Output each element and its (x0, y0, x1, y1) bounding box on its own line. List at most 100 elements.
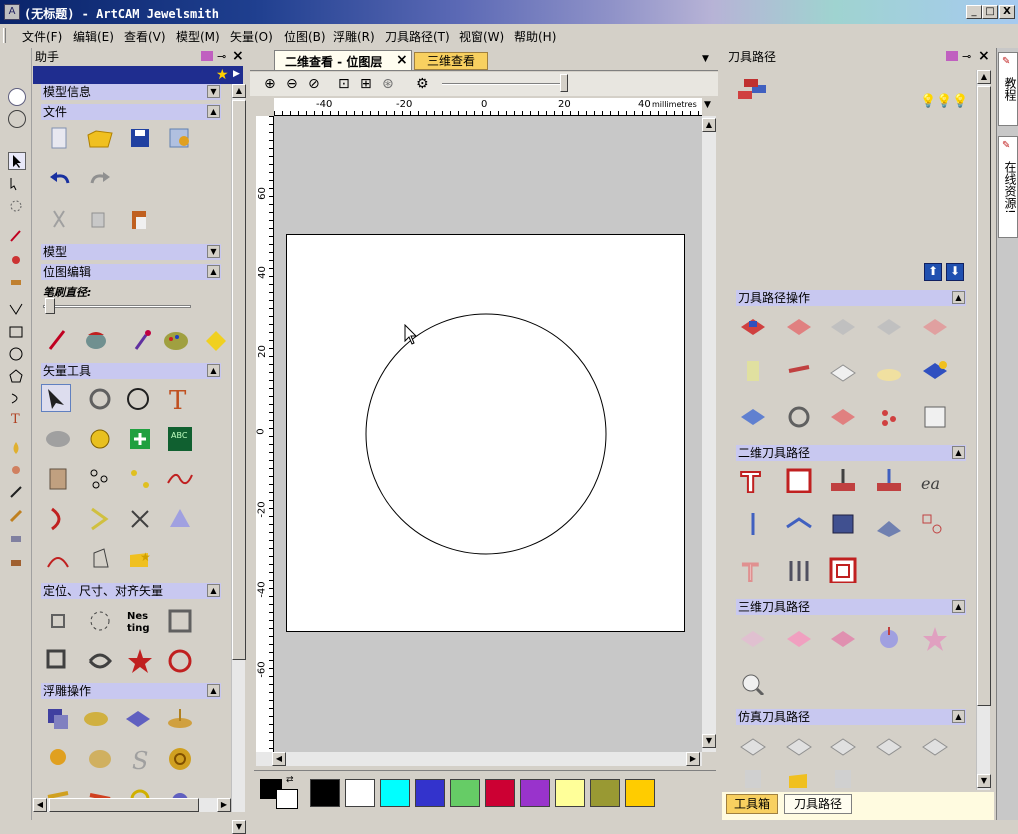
paintbrush-icon[interactable] (43, 326, 73, 354)
star-3d-icon[interactable] (920, 624, 950, 652)
minimize-button[interactable]: _ (966, 5, 982, 19)
offset-vector-icon[interactable] (43, 646, 73, 674)
panel-close-icon[interactable]: × (978, 48, 990, 64)
secondary-color[interactable] (276, 789, 298, 809)
circular-array-icon[interactable] (85, 606, 115, 634)
scroll-right-icon[interactable]: ▶ (686, 752, 700, 766)
color-swatch[interactable] (625, 779, 655, 807)
scroll-up-icon[interactable]: ▲ (232, 84, 246, 98)
zoom-fit-icon[interactable]: ⊡ (338, 76, 350, 92)
ordered-drill-icon[interactable] (918, 510, 948, 538)
section-model[interactable]: 模型 ▼ (41, 244, 221, 260)
node-edit-icon[interactable] (8, 176, 26, 194)
move-up-button[interactable]: ⬆ (924, 263, 942, 281)
sim-5-icon[interactable] (920, 732, 950, 760)
section-model-info[interactable]: 模型信息 ▼ (41, 84, 221, 100)
relief-mound-icon[interactable] (165, 704, 195, 732)
open-folder-icon[interactable] (85, 124, 115, 152)
model-canvas[interactable] (286, 234, 685, 632)
brush-icon[interactable] (8, 272, 26, 290)
vector-select-icon[interactable] (41, 384, 71, 412)
new-file-icon[interactable] (45, 124, 75, 152)
swirl-icon[interactable] (165, 646, 195, 674)
toolpath-ops-2-icon[interactable] (784, 312, 814, 340)
dropper-icon[interactable] (127, 326, 157, 354)
redo-icon[interactable] (85, 166, 115, 194)
drill-2d-icon[interactable] (828, 466, 858, 494)
color-swatch[interactable] (310, 779, 340, 807)
section-vector-tools[interactable]: 矢量工具 ▲ (41, 363, 221, 379)
color-swatch[interactable] (555, 779, 585, 807)
scroll-down-icon[interactable]: ▼ (702, 734, 716, 748)
cut-icon[interactable] (45, 206, 75, 234)
raster-3d-icon[interactable] (828, 624, 858, 652)
machine-3d-icon[interactable] (738, 624, 768, 652)
section-3d-toolpath[interactable]: 三维刀具路径 ▲ (736, 599, 966, 615)
palette-icon[interactable] (161, 326, 191, 354)
collapse-icon[interactable]: ▲ (207, 105, 220, 118)
toolpath-ops-3-icon[interactable] (828, 312, 858, 340)
menu-edit[interactable]: 编辑(E) (73, 28, 114, 45)
color-swatch[interactable] (590, 779, 620, 807)
scroll-right-icon[interactable]: ▶ (217, 798, 231, 812)
tab-2d-view[interactable]: 二维查看 - 位图层 (274, 50, 412, 70)
vector-text-icon[interactable]: T (163, 384, 193, 412)
drawing-area[interactable] (274, 116, 702, 752)
collapse-icon[interactable]: ▲ (952, 291, 965, 304)
menu-file[interactable]: 文件(F) (22, 28, 62, 45)
panel-menu-icon[interactable] (946, 51, 958, 61)
drop-icon[interactable] (8, 440, 26, 458)
ruler-menu-icon[interactable]: ▼ (704, 100, 711, 110)
brush-slider-thumb[interactable] (45, 298, 55, 314)
polygon-icon[interactable] (8, 368, 26, 386)
toolpath-ops-5-icon[interactable] (920, 312, 950, 340)
toolpath-ops-12-icon[interactable] (784, 402, 814, 430)
pen-icon[interactable] (8, 228, 26, 246)
star-folder-icon[interactable]: ★ (125, 544, 155, 572)
toolpath-ops-10-icon[interactable] (920, 356, 950, 384)
relief-weave-icon[interactable]: S (125, 744, 155, 772)
curve-fit-icon[interactable] (43, 544, 73, 572)
menu-toolpath[interactable]: 刀具路径(T) (385, 28, 450, 45)
collapse-icon[interactable]: ▲ (207, 265, 220, 278)
add-vector-icon[interactable] (125, 424, 155, 452)
view-settings-icon[interactable]: ⚙ (416, 76, 429, 92)
side-tab-online[interactable]: ✎ 在线资源! (998, 136, 1018, 238)
panel-close-icon[interactable]: × (232, 48, 244, 64)
pin-icon[interactable]: ⊸ (217, 50, 226, 63)
eraser-icon[interactable] (8, 484, 26, 502)
view-slider-thumb[interactable] (560, 74, 568, 92)
pin-icon[interactable]: ⊸ (962, 50, 971, 63)
vector-circle-icon[interactable] (123, 384, 153, 412)
vector-edit-icon[interactable] (85, 384, 115, 412)
menu-relief[interactable]: 浮雕(R) (333, 28, 375, 45)
scroll-up-icon[interactable]: ▲ (702, 118, 716, 132)
toolpath-ops-11-icon[interactable] (738, 402, 768, 430)
toolpath-ops-13-icon[interactable] (828, 402, 858, 430)
bulb-all-icon[interactable]: 💡 (952, 94, 968, 109)
menu-vector[interactable]: 矢量(O) (230, 28, 273, 45)
sim-8-icon[interactable] (828, 770, 858, 788)
scroll-down-icon[interactable]: ▼ (232, 820, 246, 834)
sim-1-icon[interactable] (738, 732, 768, 760)
assistant-vscroll[interactable]: ▲ ▼ (231, 84, 246, 834)
assistant-hscroll[interactable]: ◀ ▶ (33, 798, 231, 812)
relief-knot-icon[interactable] (165, 744, 195, 772)
wrap-vector-icon[interactable] (85, 646, 115, 674)
collapse-icon[interactable]: ▲ (952, 710, 965, 723)
arc-vector-icon[interactable] (43, 504, 73, 532)
trim-vector-icon[interactable] (125, 504, 155, 532)
scroll-up-icon[interactable]: ▲ (977, 70, 991, 84)
collapse-icon[interactable]: ▲ (952, 600, 965, 613)
bulb-on-icon[interactable]: 💡 (936, 94, 952, 109)
section-2d-toolpath[interactable]: 二维刀具路径 ▲ (736, 445, 966, 461)
texture-2d-icon[interactable] (874, 510, 904, 538)
engrave-text-icon[interactable]: ea (918, 466, 948, 494)
sim-2-icon[interactable] (784, 732, 814, 760)
rectangle-icon[interactable] (8, 324, 26, 342)
chevron-vector-icon[interactable] (85, 504, 115, 532)
circle-icon[interactable] (8, 346, 26, 364)
menu-view[interactable]: 查看(V) (124, 28, 166, 45)
position-vector-icon[interactable] (43, 606, 73, 634)
color-swatch[interactable] (520, 779, 550, 807)
